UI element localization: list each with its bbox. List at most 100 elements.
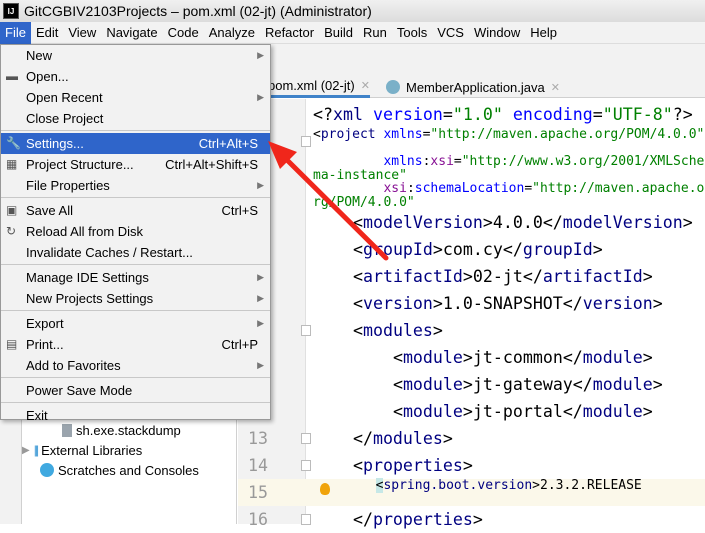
line-number: 16 (248, 510, 268, 529)
menu-item-new-projects-settings[interactable]: New Projects Settings ▶ (1, 288, 270, 309)
menu-item-manage-ide-settings[interactable]: Manage IDE Settings ▶ (1, 267, 270, 288)
menu-item-print[interactable]: ▤ Print... Ctrl+P (1, 334, 270, 355)
close-tab-icon[interactable]: ✕ (361, 79, 370, 92)
tree-item-label: External Libraries (41, 442, 143, 458)
file-menu: New ▶ ▬ Open... Open Recent ▶ Close Project 🔧 Se… (0, 44, 271, 423)
tab-label: pom.xml (02-jt) (268, 78, 355, 93)
menu-item-file-properties[interactable]: File Properties ▶ (1, 175, 270, 196)
menu-item-close-project[interactable]: Close Project (1, 108, 270, 129)
menu-item-open-recent[interactable]: Open Recent ▶ (1, 87, 270, 108)
menu-vcs[interactable]: VCS (432, 22, 469, 44)
menu-item-project-structure[interactable]: ▦ Project Structure... Ctrl+Alt+Shift+S (1, 154, 270, 175)
print-icon: ▤ (6, 337, 18, 351)
code-token: > (642, 348, 653, 367)
menu-item-label: Settings... (26, 136, 84, 151)
menu-item-open[interactable]: ▬ Open... (1, 66, 270, 87)
submenu-arrow-icon: ▶ (257, 360, 264, 370)
window-title: GitCGBIV2103Projects – pom.xml (02-jt) (… (24, 3, 372, 19)
menu-build[interactable]: Build (319, 22, 358, 44)
shortcut-label: Ctrl+P (221, 337, 258, 352)
code-text: <project xmlns="http://maven.apache.org/… (313, 128, 705, 142)
menu-window[interactable]: Window (469, 22, 525, 44)
code-line: 14 <properties> (238, 452, 705, 479)
code-token: schemaLocation (414, 181, 525, 196)
menu-refactor[interactable]: Refactor (260, 22, 319, 44)
menu-edit[interactable]: Edit (31, 22, 63, 44)
editor-tabs: pom.xml (02-jt) ✕ MemberApplication.java… (238, 44, 705, 98)
fold-marker-icon[interactable] (301, 325, 311, 336)
tab-pom-xml[interactable]: pom.xml (02-jt) ✕ (268, 76, 370, 98)
code-token: artifactId (362, 267, 463, 286)
fold-marker-icon[interactable] (301, 136, 311, 147)
code-token: > (442, 429, 453, 448)
code-token: spring.boot.version (383, 478, 533, 493)
code-token: > (652, 375, 663, 394)
fold-marker-icon[interactable] (301, 460, 311, 471)
fold-marker-icon[interactable] (301, 433, 311, 444)
code-token: jt-common (472, 348, 563, 367)
menu-run[interactable]: Run (358, 22, 392, 44)
menu-item-power-save-mode[interactable]: Power Save Mode (1, 380, 270, 401)
code-token: properties (372, 510, 473, 529)
code-line: 7 <artifactId>02-jt</artifactId> (238, 263, 705, 290)
tab-label: MemberApplication.java (406, 79, 545, 95)
menu-help[interactable]: Help (525, 22, 562, 44)
code-token: </ (313, 510, 373, 529)
code-token: > (462, 456, 473, 475)
code-token: </ (562, 402, 583, 421)
tree-item-scratches[interactable]: Scratches and Consoles (40, 460, 199, 480)
menu-item-export[interactable]: Export ▶ (1, 313, 270, 334)
code-text: <?xml version="1.0" encoding="UTF-8"?> (313, 101, 705, 128)
shortcut-label: Ctrl+Alt+S (198, 136, 258, 151)
code-line: 4 xsi:schemaLocation="http://maven.apach… (238, 182, 705, 209)
menu-bar: File Edit View Navigate Code Analyze Refactor B… (0, 21, 705, 44)
code-text: <modelVersion>4.0.0</modelVersion> (313, 209, 705, 236)
close-tab-icon[interactable]: ✕ (551, 81, 560, 94)
menu-item-reload-all-from-disk[interactable]: ↻ Reload All from Disk (1, 221, 270, 242)
menu-item-add-to-favorites[interactable]: Add to Favorites ▶ (1, 355, 270, 376)
menu-item-invalidate-caches-restart[interactable]: Invalidate Caches / Restart... (1, 242, 270, 263)
menu-item-label: Export (26, 316, 64, 331)
code-token: xsi (430, 154, 454, 169)
code-line: 2<project xmlns="http://maven.apache.org… (238, 128, 705, 155)
menu-item-label: Exit (26, 408, 48, 423)
menu-view[interactable]: View (63, 22, 101, 44)
code-token: jt-portal (472, 402, 563, 421)
code-token: project (320, 127, 384, 142)
code-editor[interactable]: 1<?xml version="1.0" encoding="UTF-8"?>2… (238, 99, 705, 529)
menu-file[interactable]: File (0, 21, 31, 44)
submenu-arrow-icon: ▶ (257, 180, 264, 190)
tab-member-application[interactable]: MemberApplication.java ✕ (386, 76, 560, 98)
menu-item-new[interactable]: New ▶ (1, 45, 270, 66)
menu-item-label: Add to Favorites (26, 358, 121, 373)
code-line: 9 <modules> (238, 317, 705, 344)
menu-item-save-all[interactable]: ▣ Save All Ctrl+S (1, 200, 270, 221)
code-token: < (313, 402, 403, 421)
menu-code[interactable]: Code (163, 22, 204, 44)
code-token: > (462, 402, 473, 421)
code-token: > (432, 294, 443, 313)
code-token: <? (313, 105, 333, 124)
code-token: > (472, 510, 483, 529)
code-token: > (532, 478, 540, 493)
menu-item-label: Manage IDE Settings (26, 270, 149, 285)
menu-tools[interactable]: Tools (392, 22, 432, 44)
code-token: > (592, 240, 603, 259)
code-token: < (313, 456, 363, 475)
menu-item-settings[interactable]: 🔧 Settings... Ctrl+Alt+S (1, 133, 270, 154)
menu-item-label: Open Recent (26, 90, 103, 105)
menu-analyze[interactable]: Analyze (204, 22, 260, 44)
code-token: 1.0-SNAPSHOT (442, 294, 563, 313)
tree-item-external-libraries[interactable]: ▶ ||| External Libraries (22, 440, 142, 460)
code-token: encoding (512, 105, 593, 124)
project-structure-icon: ▦ (6, 157, 18, 171)
code-token: artifactId (542, 267, 643, 286)
menu-navigate[interactable]: Navigate (101, 22, 162, 44)
code-token: </ (562, 294, 583, 313)
code-token: < (313, 267, 363, 286)
fold-marker-icon[interactable] (301, 514, 311, 525)
code-token: ?> (672, 105, 693, 124)
code-text: </modules> (313, 425, 705, 452)
code-line: 5 <modelVersion>4.0.0</modelVersion> (238, 209, 705, 236)
menu-item-exit[interactable]: Exit (1, 405, 270, 426)
